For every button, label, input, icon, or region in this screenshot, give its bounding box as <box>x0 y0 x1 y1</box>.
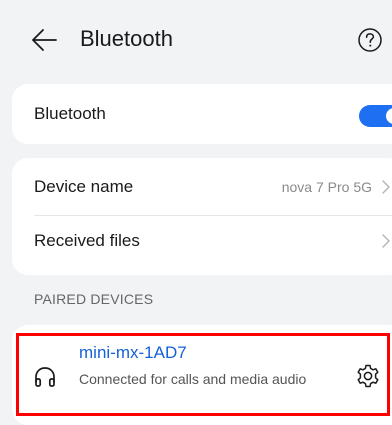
bluetooth-toggle-card: Bluetooth <box>12 84 392 144</box>
highlight-box <box>16 333 390 416</box>
received-files-row[interactable]: Received files <box>12 216 392 275</box>
device-name-row[interactable]: Device name nova 7 Pro 5G <box>12 158 392 215</box>
bluetooth-toggle-row[interactable]: Bluetooth <box>12 84 392 144</box>
header-bar: Bluetooth <box>0 0 392 80</box>
received-files-label: Received files <box>34 231 140 250</box>
bluetooth-toggle-switch[interactable] <box>359 105 392 127</box>
page-title: Bluetooth <box>80 26 173 51</box>
toggle-knob <box>386 108 392 124</box>
back-arrow-icon[interactable] <box>30 27 58 53</box>
device-name-label: Device name <box>34 177 134 196</box>
bluetooth-toggle-label: Bluetooth <box>34 104 106 123</box>
device-name-value: nova 7 Pro 5G <box>281 179 372 195</box>
chevron-right-icon <box>382 180 390 194</box>
device-settings-card: Device name nova 7 Pro 5G Received files <box>12 158 392 275</box>
paired-devices-section-title: PAIRED DEVICES <box>34 291 154 307</box>
chevron-right-icon <box>382 234 390 248</box>
help-icon[interactable] <box>357 27 383 53</box>
